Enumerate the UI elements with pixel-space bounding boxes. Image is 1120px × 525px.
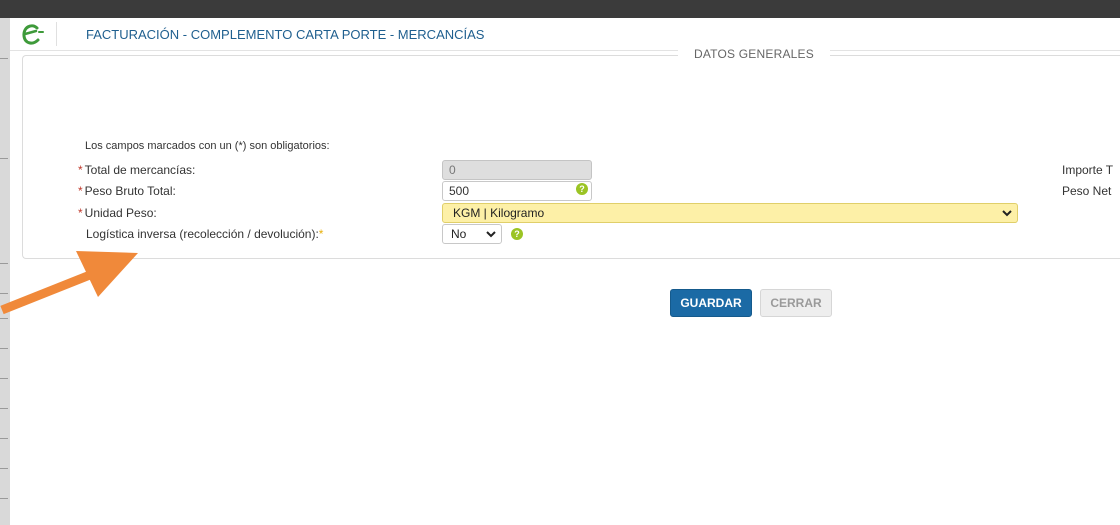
help-icon[interactable]: ?	[511, 228, 523, 240]
unidad-peso-label: * Unidad Peso:	[78, 206, 157, 220]
help-icon[interactable]: ?	[576, 183, 588, 195]
peso-neto-label: Peso Net	[1062, 184, 1112, 198]
fieldset-legend: DATOS GENERALES	[678, 47, 830, 61]
peso-bruto-label: * Peso Bruto Total:	[78, 184, 176, 198]
required-asterisk: *	[318, 227, 324, 241]
app-logo-icon	[22, 24, 44, 45]
logistica-inversa-value: No	[451, 227, 467, 241]
logistica-inversa-select[interactable]: No	[442, 224, 502, 244]
modal-title: FACTURACIÓN - COMPLEMENTO CARTA PORTE - …	[86, 27, 485, 42]
peso-bruto-input[interactable]	[442, 181, 592, 201]
importe-label: Importe T	[1062, 163, 1114, 177]
total-mercancias-input[interactable]	[442, 160, 592, 180]
required-asterisk: *	[78, 184, 83, 198]
chevron-down-icon	[1002, 210, 1012, 217]
required-fields-note: Los campos marcados con un (*) son oblig…	[85, 140, 330, 152]
logistica-inversa-label: Logística inversa (recolección / devoluc…	[86, 227, 324, 241]
required-asterisk: *	[78, 163, 83, 177]
guardar-button[interactable]: GUARDAR	[670, 289, 752, 317]
chevron-down-icon	[486, 231, 496, 238]
unidad-peso-select[interactable]: KGM | Kilogramo	[442, 203, 1018, 223]
modal-header: FACTURACIÓN - COMPLEMENTO CARTA PORTE - …	[10, 18, 1120, 51]
annotation-arrow-icon	[0, 251, 138, 315]
header-divider	[56, 22, 57, 46]
required-asterisk: *	[78, 206, 83, 220]
cerrar-button[interactable]: CERRAR	[760, 289, 832, 317]
total-mercancias-label: * Total de mercancías:	[78, 163, 196, 177]
unidad-peso-value: KGM | Kilogramo	[453, 206, 545, 220]
